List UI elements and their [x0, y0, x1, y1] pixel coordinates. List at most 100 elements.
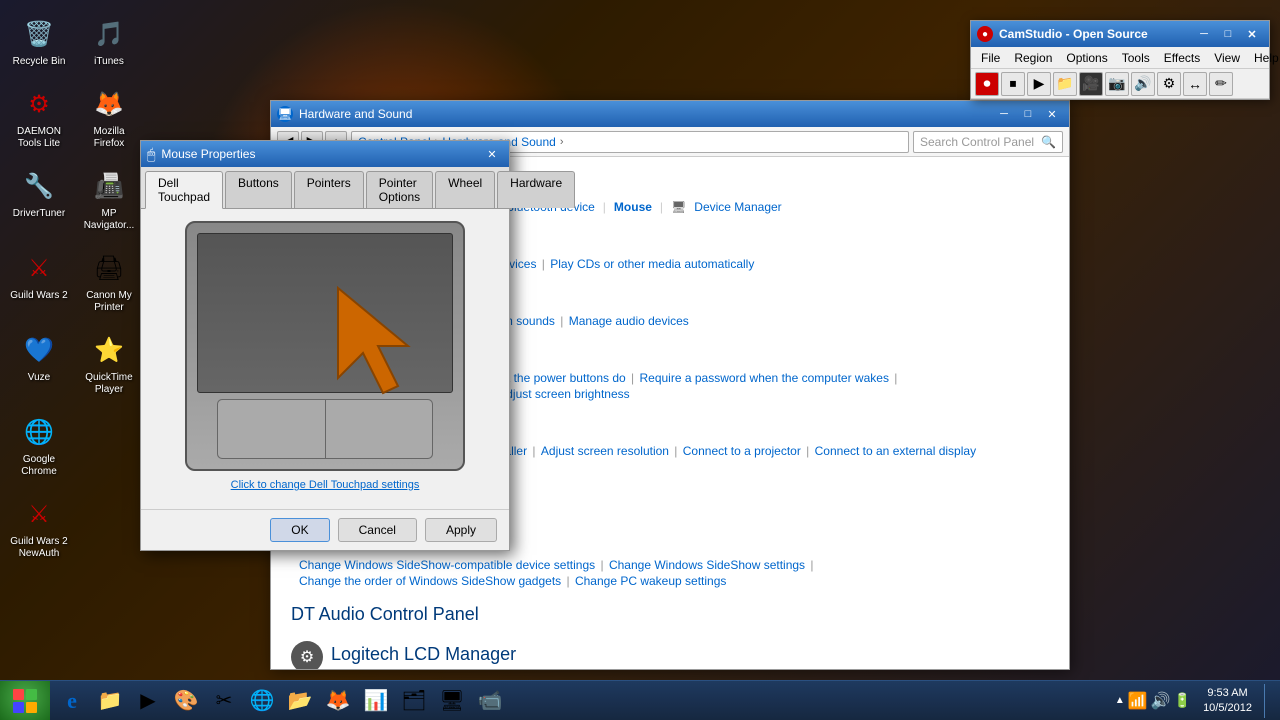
quicktime-icon[interactable]: ⭐ QuickTime Player	[75, 326, 143, 400]
menu-effects[interactable]: Effects	[1158, 49, 1206, 67]
taskbar-wmp[interactable]: ▶	[130, 684, 166, 718]
daemon-tools-label: DAEMON Tools Lite	[9, 126, 69, 150]
mp-navigator-icon[interactable]: 📠 MP Navigator...	[75, 162, 143, 236]
camstudio-minimize-button[interactable]: ─	[1193, 24, 1215, 44]
tray-volume[interactable]: 🔊	[1151, 691, 1171, 711]
external-display-link[interactable]: Connect to an external display	[815, 444, 976, 458]
tab-wheel[interactable]: Wheel	[435, 171, 495, 208]
taskbar-explorer[interactable]: 📁	[92, 684, 128, 718]
require-password-link[interactable]: Require a password when the computer wak…	[639, 371, 888, 385]
sideshow-settings-link[interactable]: Change Windows SideShow settings	[609, 558, 805, 572]
settings-button[interactable]: ⚙	[1157, 72, 1181, 96]
annotation-button[interactable]: ✏	[1209, 72, 1233, 96]
record-button[interactable]: ⏺	[975, 72, 999, 96]
search-box[interactable]: Search Control Panel 🔍	[913, 131, 1063, 153]
recycle-bin-icon[interactable]: 🗑️ Recycle Bin	[5, 10, 73, 72]
taskbar-camera[interactable]: 📹	[472, 684, 508, 718]
brightness-link[interactable]: Adjust screen brightness	[498, 387, 629, 401]
resolution-link[interactable]: Adjust screen resolution	[541, 444, 669, 458]
taskbar-snipping[interactable]: ✂	[206, 684, 242, 718]
tray-arrow[interactable]: ▲	[1115, 695, 1125, 706]
search-icon[interactable]: 🔍	[1041, 135, 1056, 149]
taskbar-ie[interactable]: e	[54, 684, 90, 718]
icon-row-7: ⚔ Guild Wars 2 NewAuth	[5, 490, 143, 564]
screenshot-button[interactable]: 📷	[1105, 72, 1129, 96]
drivertuner-graphic: 🔧	[19, 166, 59, 206]
ok-button[interactable]: OK	[270, 518, 329, 542]
control-panel-titlebar[interactable]: 🖥 Hardware and Sound ─ □ ✕	[271, 101, 1069, 127]
play-button[interactable]: ▶	[1027, 72, 1051, 96]
guild-wars-newauth-label: Guild Wars 2 NewAuth	[9, 536, 69, 560]
projector-link[interactable]: Connect to a projector	[683, 444, 801, 458]
menu-view[interactable]: View	[1208, 49, 1246, 67]
taskbar-chrome[interactable]: 🌐	[244, 684, 280, 718]
guild-wars-2-icon[interactable]: ⚔ Guild Wars 2	[5, 244, 73, 318]
menu-tools[interactable]: Tools	[1116, 49, 1156, 67]
taskbar-firefox[interactable]: 🦊	[320, 684, 356, 718]
cp-title: Hardware and Sound	[299, 107, 412, 121]
start-button[interactable]	[0, 681, 50, 720]
stop-button[interactable]: ⏹	[1001, 72, 1025, 96]
google-chrome-icon[interactable]: 🌐 Google Chrome	[5, 408, 73, 482]
taskbar-apps: e 📁 ▶ 🎨 ✂ 🌐 📂 🦊 📊 🗂 🖥 📹	[50, 681, 1115, 720]
camstudio-titlebar[interactable]: ● CamStudio - Open Source ─ □ ✕	[971, 21, 1269, 47]
tab-pointer-options[interactable]: Pointer Options	[366, 171, 433, 208]
cp-close-button[interactable]: ✕	[1041, 104, 1063, 124]
vuze-icon[interactable]: 💙 Vuze	[5, 326, 73, 400]
taskbar-paint[interactable]: 🎨	[168, 684, 204, 718]
taskbar-folder[interactable]: 📂	[282, 684, 318, 718]
tab-hardware[interactable]: Hardware	[497, 171, 575, 208]
camstudio-close-button[interactable]: ✕	[1241, 24, 1263, 44]
mouse-dialog-titlebar[interactable]: 🖱 Mouse Properties ✕	[141, 141, 509, 167]
logitech-title: Logitech LCD Manager	[331, 644, 516, 665]
tab-dell-touchpad[interactable]: Dell Touchpad	[145, 171, 223, 209]
firefox-icon[interactable]: 🦊 Mozilla Firefox	[75, 80, 143, 154]
device-manager-icon-small: 🖥	[671, 200, 686, 214]
clock-time: 9:53 AM	[1203, 686, 1252, 700]
audio-button[interactable]: 🔊	[1131, 72, 1155, 96]
taskbar-ppt[interactable]: 📊	[358, 684, 394, 718]
device-manager-link[interactable]: Device Manager	[694, 200, 781, 214]
touchpad-settings-link[interactable]: Click to change Dell Touchpad settings	[153, 479, 497, 491]
autoplay-cds-link[interactable]: Play CDs or other media automatically	[550, 257, 754, 271]
show-desktop-button[interactable]	[1264, 684, 1272, 718]
sideshow-devices-link[interactable]: Change Windows SideShow-compatible devic…	[299, 558, 595, 572]
dt-audio-section: DT Audio Control Panel	[291, 604, 1049, 625]
mouse-dialog-title: Mouse Properties	[161, 147, 255, 161]
icon-row-5: 💙 Vuze ⭐ QuickTime Player	[5, 326, 143, 400]
icon-row-top: 🗑️ Recycle Bin 🎵 iTunes	[5, 10, 143, 72]
tab-buttons[interactable]: Buttons	[225, 171, 292, 208]
open-button[interactable]: 📁	[1053, 72, 1077, 96]
cp-maximize-button[interactable]: □	[1017, 104, 1039, 124]
mouse-dialog-buttons: OK Cancel Apply	[141, 509, 509, 550]
itunes-icon[interactable]: 🎵 iTunes	[75, 10, 143, 72]
guild-wars-newauth-icon[interactable]: ⚔ Guild Wars 2 NewAuth	[5, 490, 73, 564]
clock[interactable]: 9:53 AM 10/5/2012	[1195, 686, 1260, 715]
menu-region[interactable]: Region	[1008, 49, 1058, 67]
sideshow-order-link[interactable]: Change the order of Windows SideShow gad…	[299, 574, 561, 588]
windows-logo	[11, 687, 39, 715]
cancel-button[interactable]: Cancel	[338, 518, 417, 542]
mouse-dialog-tabs: Dell Touchpad Buttons Pointers Pointer O…	[141, 167, 509, 209]
cp-minimize-button[interactable]: ─	[993, 104, 1015, 124]
tab-pointers[interactable]: Pointers	[294, 171, 364, 208]
camstudio-window: ● CamStudio - Open Source ─ □ ✕ File Reg…	[970, 20, 1270, 100]
camstudio-maximize-button[interactable]: □	[1217, 24, 1239, 44]
resize-button[interactable]: ↔	[1183, 72, 1207, 96]
taskbar-folder2[interactable]: 🗂	[396, 684, 432, 718]
drivertuner-icon[interactable]: 🔧 DriverTuner	[5, 162, 73, 236]
menu-file[interactable]: File	[975, 49, 1006, 67]
manage-audio-link[interactable]: Manage audio devices	[569, 314, 689, 328]
apply-button[interactable]: Apply	[425, 518, 497, 542]
taskbar-remote[interactable]: 🖥	[434, 684, 470, 718]
menu-options[interactable]: Options	[1060, 49, 1113, 67]
mouse-dialog-close-button[interactable]: ✕	[481, 144, 503, 164]
sideshow-links: Change Windows SideShow-compatible devic…	[291, 558, 1049, 588]
mouse-link[interactable]: Mouse	[614, 200, 652, 214]
dt-audio-title: DT Audio Control Panel	[291, 604, 1049, 625]
menu-help[interactable]: Help	[1248, 49, 1280, 67]
sideshow-wakeup-link[interactable]: Change PC wakeup settings	[575, 574, 726, 588]
video-button[interactable]: 🎥	[1079, 72, 1103, 96]
daemon-tools-icon[interactable]: ⚙ DAEMON Tools Lite	[5, 80, 73, 154]
canon-printer-icon[interactable]: 🖨 Canon My Printer	[75, 244, 143, 318]
